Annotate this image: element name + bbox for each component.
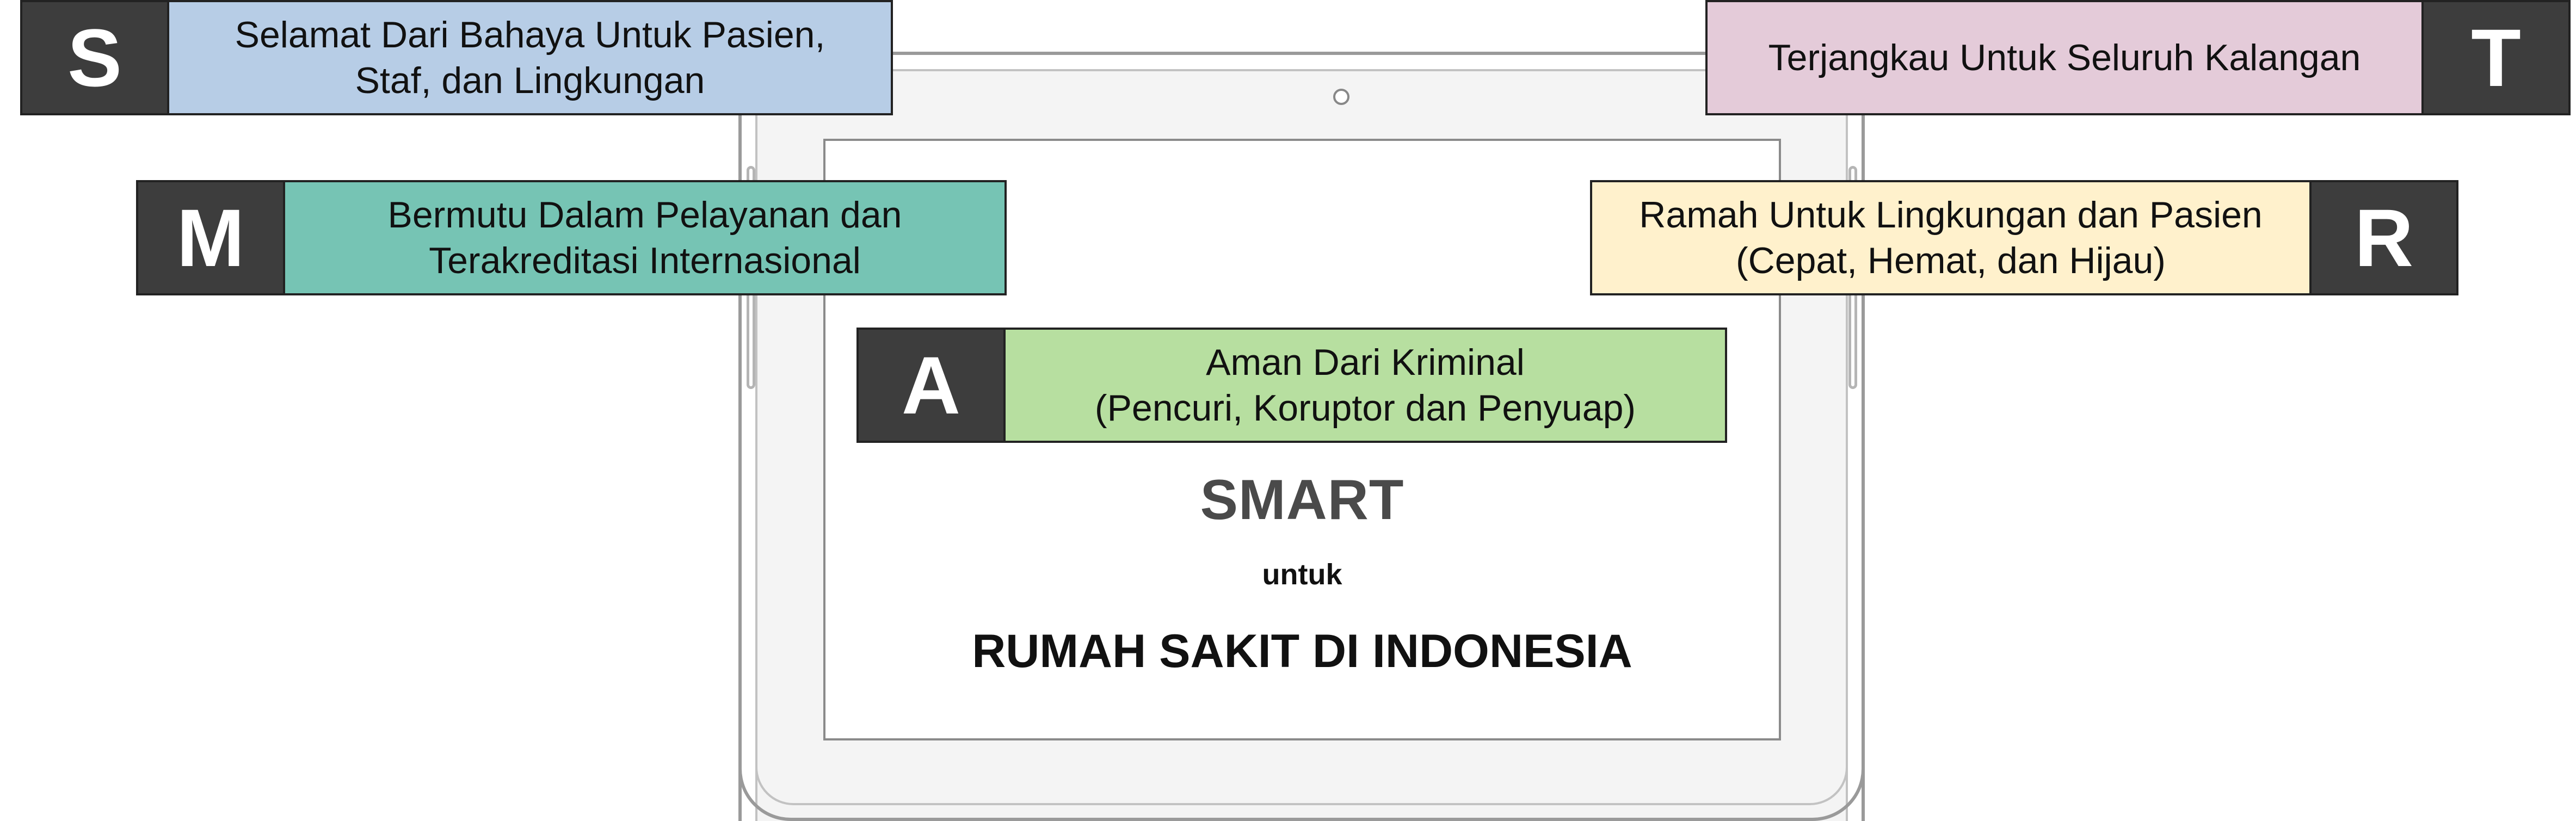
letter-box-m: M bbox=[136, 180, 285, 295]
camera-icon bbox=[1333, 89, 1349, 105]
label-a-line-2: (Pencuri, Koruptor dan Penyuap) bbox=[1094, 387, 1636, 429]
letter-box-s: S bbox=[20, 0, 169, 115]
smart-item-a: A Aman Dari Kriminal (Pencuri, Koruptor … bbox=[856, 328, 1727, 443]
label-box-a: Aman Dari Kriminal (Pencuri, Koruptor da… bbox=[1006, 328, 1727, 443]
smart-item-r: Ramah Untuk Lingkungan dan Pasien (Cepat… bbox=[1590, 180, 2458, 295]
label-a-line-1: Aman Dari Kriminal bbox=[1206, 342, 1525, 383]
label-box-t: Terjangkau Untuk Seluruh Kalangan bbox=[1705, 0, 2421, 115]
label-m-line-2: Terakreditasi Internasional bbox=[429, 240, 861, 281]
smart-item-m: M Bermutu Dalam Pelayanan dan Terakredit… bbox=[136, 180, 1007, 295]
letter-box-a: A bbox=[856, 328, 1006, 443]
label-box-s: Selamat Dari Bahaya Untuk Pasien, Staf, … bbox=[169, 0, 893, 115]
label-r-line-1: Ramah Untuk Lingkungan dan Pasien bbox=[1639, 194, 2263, 236]
label-m-line-1: Bermutu Dalam Pelayanan dan bbox=[387, 194, 902, 236]
label-s-line-2: Staf, dan Lingkungan bbox=[355, 60, 705, 101]
label-box-r: Ramah Untuk Lingkungan dan Pasien (Cepat… bbox=[1590, 180, 2309, 295]
label-box-m: Bermutu Dalam Pelayanan dan Terakreditas… bbox=[285, 180, 1007, 295]
title-smart: SMART bbox=[1200, 468, 1404, 532]
label-t-line-1: Terjangkau Untuk Seluruh Kalangan bbox=[1768, 37, 2361, 78]
letter-box-r: R bbox=[2309, 180, 2458, 295]
title-subtitle: RUMAH SAKIT DI INDONESIA bbox=[972, 625, 1632, 677]
label-s-line-1: Selamat Dari Bahaya Untuk Pasien, bbox=[235, 14, 825, 55]
label-r-line-2: (Cepat, Hemat, dan Hijau) bbox=[1736, 240, 2166, 281]
smart-item-s: S Selamat Dari Bahaya Untuk Pasien, Staf… bbox=[20, 0, 893, 115]
smart-item-t: Terjangkau Untuk Seluruh Kalangan T bbox=[1705, 0, 2571, 115]
title-connector: untuk bbox=[1262, 558, 1342, 591]
letter-box-t: T bbox=[2421, 0, 2571, 115]
